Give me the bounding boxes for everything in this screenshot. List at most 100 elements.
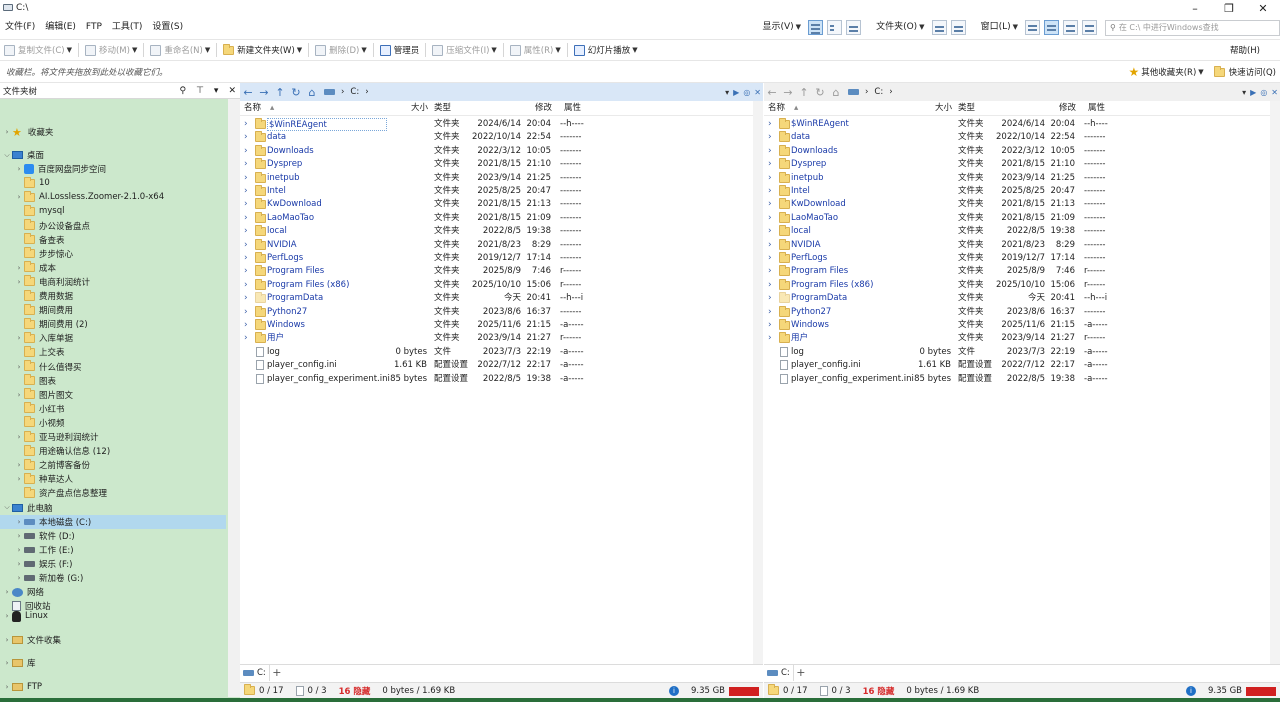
tree-item[interactable]: › 新加卷 (G:)	[0, 571, 226, 585]
tree-item[interactable]: 期间费用 (2)	[0, 317, 226, 331]
menu-tools[interactable]: 工具(T)	[107, 17, 148, 38]
expand-arrow-icon[interactable]: ›	[14, 574, 24, 582]
copy-files-button[interactable]: 复制文件(C) ▼	[0, 40, 76, 60]
column-attributes[interactable]: 属性	[564, 101, 581, 116]
up-arrow-icon[interactable]: ↑	[796, 86, 812, 99]
tree-item[interactable]: › 库	[0, 656, 226, 670]
file-row[interactable]: › inetpub 文件夹 2023/9/14 21:25 -------	[764, 171, 1280, 185]
rename-button[interactable]: 重命名(N) ▼	[146, 40, 214, 60]
other-favorites-button[interactable]: ★ 其他收藏夹(R) ▼	[1128, 65, 1203, 79]
expand-arrow-icon[interactable]: ›	[14, 391, 24, 399]
layout-details-icon[interactable]	[808, 20, 824, 35]
admin-button[interactable]: 管理员	[376, 40, 424, 60]
file-row[interactable]: › data 文件夹 2022/10/14 22:54 -------	[240, 131, 763, 144]
tree-item[interactable]: ⌵ 此电脑	[0, 501, 226, 515]
column-size[interactable]: 大小	[411, 101, 428, 116]
tree-item[interactable]: › Linux	[0, 609, 226, 623]
expand-arrow-icon[interactable]: ›	[244, 306, 248, 319]
breadcrumb[interactable]: › C: ›	[324, 87, 369, 97]
expand-arrow-icon[interactable]: ›	[768, 185, 772, 198]
tree-item[interactable]: › 娱乐 (F:)	[0, 557, 226, 571]
expand-arrow-icon[interactable]: ›	[244, 158, 248, 171]
layout-tiles-icon[interactable]	[846, 20, 862, 35]
file-row[interactable]: › $WinREAgent 文件夹 2024/6/14 20:04 --h----	[764, 118, 1280, 131]
expand-arrow-icon[interactable]: ›	[14, 193, 24, 201]
maximize-button[interactable]: ❐	[1212, 0, 1246, 16]
expand-arrow-icon[interactable]: ›	[768, 131, 772, 144]
tree-item[interactable]: › 电商利润统计	[0, 275, 226, 289]
tree-item[interactable]: 办公设备盘点	[0, 219, 226, 233]
expand-arrow-icon[interactable]: ›	[768, 292, 772, 305]
tree-item[interactable]: 费用数据	[0, 289, 226, 303]
expand-arrow-icon[interactable]: ›	[768, 212, 772, 225]
up-arrow-icon[interactable]: ↑	[272, 86, 288, 99]
expand-arrow-icon[interactable]: ›	[14, 363, 24, 371]
file-row[interactable]: › KwDownload 文件夹 2021/8/15 21:13 -------	[764, 198, 1280, 211]
column-attributes[interactable]: 属性	[1088, 101, 1105, 116]
expand-arrow-icon[interactable]: ›	[768, 158, 772, 171]
file-row[interactable]: player_config.ini 1.61 KB 配置设置 2022/7/12 22:…	[240, 359, 763, 372]
expand-arrow-icon[interactable]: ›	[244, 319, 248, 332]
expand-arrow-icon[interactable]: ›	[14, 165, 24, 173]
delete-button[interactable]: 删除(D) ▼	[311, 40, 371, 60]
file-row[interactable]: › $WinREAgent 文件夹 2024/6/14 20:04 --h----	[240, 118, 763, 131]
expand-arrow-icon[interactable]: ›	[244, 185, 248, 198]
file-row[interactable]: › local 文件夹 2022/8/5 19:38 -------	[764, 225, 1280, 238]
file-row[interactable]: › Dysprep 文件夹 2021/8/15 21:10 -------	[764, 158, 1280, 171]
tab-c-drive[interactable]: C:	[764, 664, 794, 681]
file-row[interactable]: › Windows 文件夹 2025/11/6 21:15 -a-----	[764, 319, 1280, 332]
slideshow-button[interactable]: 幻灯片播放 ▼	[570, 40, 642, 60]
expand-arrow-icon[interactable]: ›	[768, 279, 772, 292]
tree-item[interactable]: 用途确认信息 (12)	[0, 444, 226, 458]
column-type[interactable]: 类型	[434, 101, 451, 116]
vertical-split-icon[interactable]	[1082, 20, 1097, 35]
expanded-arrow-icon[interactable]: ⌵	[2, 503, 12, 512]
file-row[interactable]: player_config.ini 1.61 KB 配置设置 2022/7/12 22:…	[764, 359, 1280, 372]
tree-item[interactable]: › 种草达人	[0, 472, 226, 486]
expand-arrow-icon[interactable]: ›	[768, 332, 772, 345]
compress-button[interactable]: 压缩文件(I) ▼	[428, 40, 501, 60]
play-icon[interactable]: ▶	[1250, 88, 1256, 97]
file-row[interactable]: › 用户 文件夹 2023/9/14 21:27 r------	[240, 332, 763, 345]
chevron-down-icon[interactable]: ▾	[725, 88, 729, 97]
tree-item[interactable]: › 网络	[0, 585, 226, 599]
expand-arrow-icon[interactable]: ›	[244, 279, 248, 292]
expand-arrow-icon[interactable]: ›	[244, 292, 248, 305]
close-button[interactable]: ✕	[1246, 0, 1280, 16]
quick-access-button[interactable]: 快速访问(Q)	[1213, 65, 1276, 78]
tree-item[interactable]: 期间费用	[0, 303, 226, 317]
expand-arrow-icon[interactable]: ›	[2, 588, 12, 596]
column-type[interactable]: 类型	[958, 101, 975, 116]
menu-file[interactable]: 文件(F)	[0, 17, 40, 38]
chevron-down-icon[interactable]: ▾	[1242, 88, 1246, 97]
file-row[interactable]: › ProgramData 文件夹 今天 20:41 --h---i	[764, 292, 1280, 305]
pin-icon[interactable]: ◎	[1260, 88, 1267, 97]
tree-item[interactable]: 备查表	[0, 233, 226, 247]
tree-item[interactable]: 上交表	[0, 345, 226, 359]
file-row[interactable]: › PerfLogs 文件夹 2019/12/7 17:14 -------	[764, 252, 1280, 265]
tree-item[interactable]: › 图片图文	[0, 388, 226, 402]
home-icon[interactable]: ⌂	[828, 86, 844, 99]
expand-arrow-icon[interactable]: ›	[2, 659, 12, 667]
expand-arrow-icon[interactable]: ›	[14, 433, 24, 441]
info-icon[interactable]: i	[668, 686, 679, 696]
expand-arrow-icon[interactable]: ›	[768, 118, 772, 131]
expand-arrow-icon[interactable]: ›	[244, 172, 248, 185]
file-row[interactable]: › Downloads 文件夹 2022/3/12 10:05 -------	[240, 144, 763, 158]
forward-arrow-icon[interactable]: →	[256, 86, 272, 99]
folder-menu[interactable]: 文件夹(O) ▼	[871, 17, 930, 38]
view-menu[interactable]: 显示(V) ▼	[757, 17, 806, 38]
pin-icon[interactable]: ◎	[743, 88, 750, 97]
column-size[interactable]: 大小	[935, 101, 952, 116]
tree-item[interactable]: 小视频	[0, 416, 226, 430]
search-input[interactable]: ⚲ 在 C:\ 中进行Windows查找	[1105, 19, 1280, 36]
tree-item[interactable]: › 入库单据	[0, 331, 226, 345]
tree-item[interactable]: › 亚马逊利润统计	[0, 430, 226, 444]
file-row[interactable]: › Python27 文件夹 2023/8/6 16:37 -------	[764, 305, 1280, 319]
dual-pane-icon[interactable]	[1044, 20, 1059, 35]
menu-edit[interactable]: 编辑(E)	[40, 17, 81, 38]
tab-c-drive[interactable]: C:	[240, 664, 270, 681]
expand-arrow-icon[interactable]: ›	[2, 636, 12, 644]
file-row[interactable]: › Windows 文件夹 2025/11/6 21:15 -a-----	[240, 319, 763, 332]
file-row[interactable]: › KwDownload 文件夹 2021/8/15 21:13 -------	[240, 198, 763, 211]
